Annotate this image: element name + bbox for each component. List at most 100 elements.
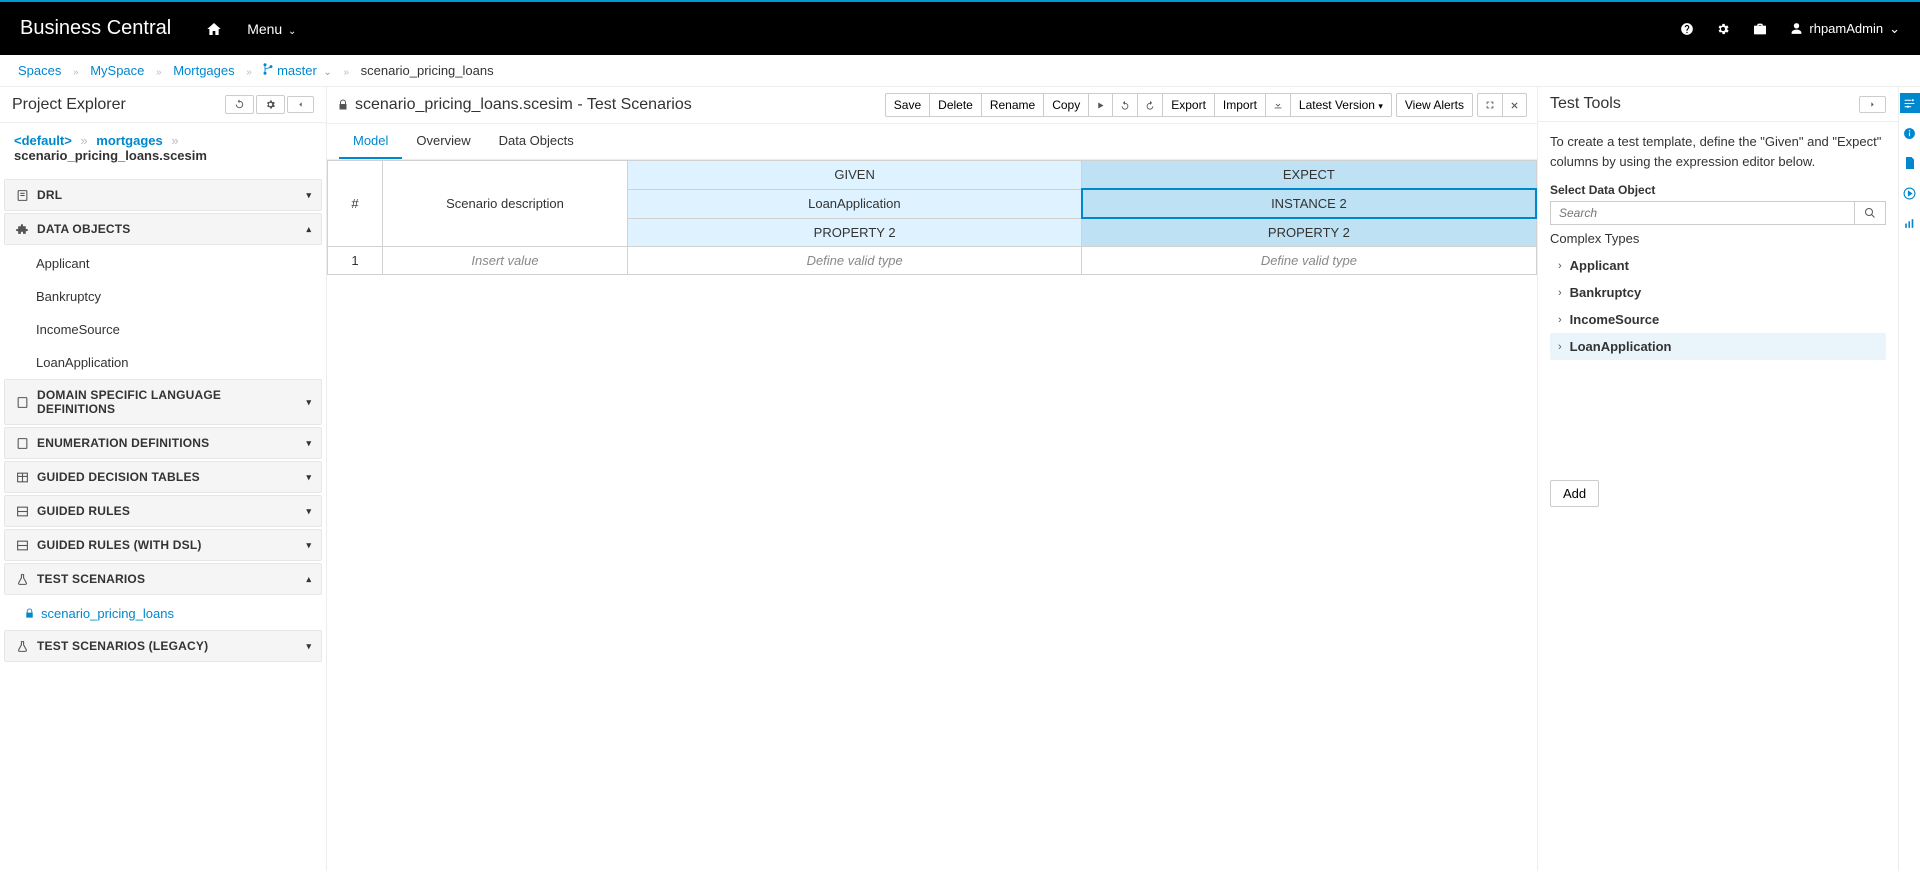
rail-chart-icon[interactable] [1900, 213, 1920, 233]
grid-instance-given[interactable]: LoanApplication [628, 189, 1082, 218]
path-default[interactable]: <default> [14, 133, 72, 148]
caret-down-icon: ▾ [306, 540, 311, 551]
explorer-cat-ts[interactable]: TEST SCENARIOS▴ [4, 563, 322, 595]
rail-settings-icon[interactable] [1900, 93, 1920, 113]
explorer-gear-button[interactable] [256, 95, 285, 114]
chevron-right-icon: › [1558, 260, 1562, 272]
scenario-grid: # Scenario description GIVEN EXPECT Loan… [327, 160, 1537, 275]
caret-down-icon: ▾ [306, 438, 311, 449]
grid-header-desc: Scenario description [383, 161, 628, 247]
rail-run-icon[interactable] [1900, 183, 1920, 203]
explorer-cat-gr[interactable]: GUIDED RULES▾ [4, 495, 322, 527]
path-project[interactable]: mortgages [96, 133, 162, 148]
latest-version-dropdown[interactable]: Latest Version ▾ [1290, 93, 1392, 117]
brand: Business Central [20, 17, 171, 40]
cell-expect[interactable]: Define valid type [1082, 247, 1536, 275]
flask-icon [15, 572, 29, 586]
save-button[interactable]: Save [885, 93, 930, 117]
file-icon [15, 395, 29, 409]
test-tools-panel: Test Tools To create a test template, de… [1538, 87, 1898, 871]
home-icon[interactable] [206, 21, 222, 37]
caret-up-icon: ▴ [306, 574, 311, 585]
user-menu[interactable]: rhpamAdmin ⌄ [1790, 21, 1900, 37]
download-button[interactable] [1265, 93, 1291, 117]
rail-file-icon[interactable] [1900, 153, 1920, 173]
view-alerts-button[interactable]: View Alerts [1396, 93, 1473, 117]
menu-dropdown[interactable]: Menu ⌄ [247, 21, 296, 37]
project-explorer-title: Project Explorer [12, 96, 223, 114]
grid-property-given[interactable]: PROPERTY 2 [628, 218, 1082, 247]
grid-header-given[interactable]: GIVEN [628, 161, 1082, 190]
explorer-path: <default> » mortgages » scenario_pricing… [0, 123, 326, 173]
tab-overview[interactable]: Overview [402, 124, 484, 159]
search-button[interactable] [1855, 201, 1886, 225]
rename-button[interactable]: Rename [981, 93, 1044, 117]
puzzle-icon [15, 222, 29, 236]
breadcrumb-link[interactable]: Spaces [18, 63, 61, 78]
caret-down-icon: ▾ [306, 190, 311, 201]
test-tools-title: Test Tools [1550, 95, 1857, 113]
import-button[interactable]: Import [1214, 93, 1266, 117]
lock-icon [337, 99, 349, 111]
editor-title: scenario_pricing_loans.scesim - Test Sce… [355, 96, 692, 114]
close-button[interactable] [1502, 93, 1527, 117]
type-item[interactable]: ›IncomeSource [1550, 306, 1886, 333]
grid-header-expect[interactable]: EXPECT [1082, 161, 1536, 190]
chevron-right-icon: › [1558, 341, 1562, 353]
search-input[interactable] [1550, 201, 1855, 225]
table-row: 1 Insert value Define valid type Define … [328, 247, 1537, 275]
data-object-item[interactable]: Bankruptcy [4, 280, 322, 313]
editor-toolbar: Save Delete Rename Copy Export Import La… [885, 93, 1527, 117]
delete-button[interactable]: Delete [929, 93, 982, 117]
cell-desc[interactable]: Insert value [383, 247, 628, 275]
run-button[interactable] [1088, 93, 1113, 117]
export-button[interactable]: Export [1162, 93, 1215, 117]
path-file: scenario_pricing_loans.scesim [14, 148, 207, 163]
file-icon [15, 188, 29, 202]
briefcase-icon[interactable] [1752, 21, 1768, 37]
copy-button[interactable]: Copy [1043, 93, 1089, 117]
tab-data-objects[interactable]: Data Objects [485, 124, 588, 159]
breadcrumb-link[interactable]: MySpace [90, 63, 144, 78]
grid-property-expect[interactable]: PROPERTY 2 [1082, 218, 1536, 247]
add-button[interactable]: Add [1550, 480, 1599, 507]
explorer-cat-drl[interactable]: DRL▾ [4, 179, 322, 211]
user-icon [1790, 22, 1803, 35]
data-object-item[interactable]: Applicant [4, 247, 322, 280]
type-item[interactable]: ›Bankruptcy [1550, 279, 1886, 306]
gear-icon[interactable] [1716, 22, 1730, 36]
type-item[interactable]: ›LoanApplication [1550, 333, 1886, 360]
branch-icon [263, 63, 277, 78]
explorer-cat-enum[interactable]: ENUMERATION DEFINITIONS▾ [4, 427, 322, 459]
data-object-item[interactable]: IncomeSource [4, 313, 322, 346]
complex-types-label: Complex Types [1550, 231, 1886, 246]
table-icon [15, 504, 29, 518]
collapse-left-button[interactable] [287, 96, 314, 113]
table-icon [15, 538, 29, 552]
grid-instance-expect[interactable]: INSTANCE 2 [1082, 189, 1536, 218]
help-icon[interactable] [1680, 22, 1694, 36]
caret-up-icon: ▴ [306, 224, 311, 235]
test-scenario-item[interactable]: scenario_pricing_loans [4, 597, 322, 630]
caret-down-icon: ▾ [306, 397, 311, 408]
expand-button[interactable] [1477, 93, 1503, 117]
explorer-cat-gdt[interactable]: GUIDED DECISION TABLES▾ [4, 461, 322, 493]
cell-given[interactable]: Define valid type [628, 247, 1082, 275]
refresh-button[interactable] [225, 95, 254, 114]
explorer-cat-grdsl[interactable]: GUIDED RULES (WITH DSL)▾ [4, 529, 322, 561]
breadcrumb-branch[interactable]: master [277, 63, 317, 78]
file-icon [15, 436, 29, 450]
explorer-cat-dsl[interactable]: DOMAIN SPECIFIC LANGUAGE DEFINITIONS▾ [4, 379, 322, 425]
rail-info-icon[interactable] [1900, 123, 1920, 143]
explorer-cat-data-objects[interactable]: DATA OBJECTS▴ [4, 213, 322, 245]
collapse-right-button[interactable] [1859, 96, 1886, 113]
editor-tabs: Model Overview Data Objects [327, 124, 1537, 160]
type-item[interactable]: ›Applicant [1550, 252, 1886, 279]
explorer-cat-tsl[interactable]: TEST SCENARIOS (LEGACY)▾ [4, 630, 322, 662]
tab-model[interactable]: Model [339, 124, 402, 159]
redo-button[interactable] [1137, 93, 1163, 117]
undo-button[interactable] [1112, 93, 1138, 117]
data-object-item[interactable]: LoanApplication [4, 346, 322, 379]
caret-down-icon: ▾ [306, 472, 311, 483]
breadcrumb-link[interactable]: Mortgages [173, 63, 234, 78]
